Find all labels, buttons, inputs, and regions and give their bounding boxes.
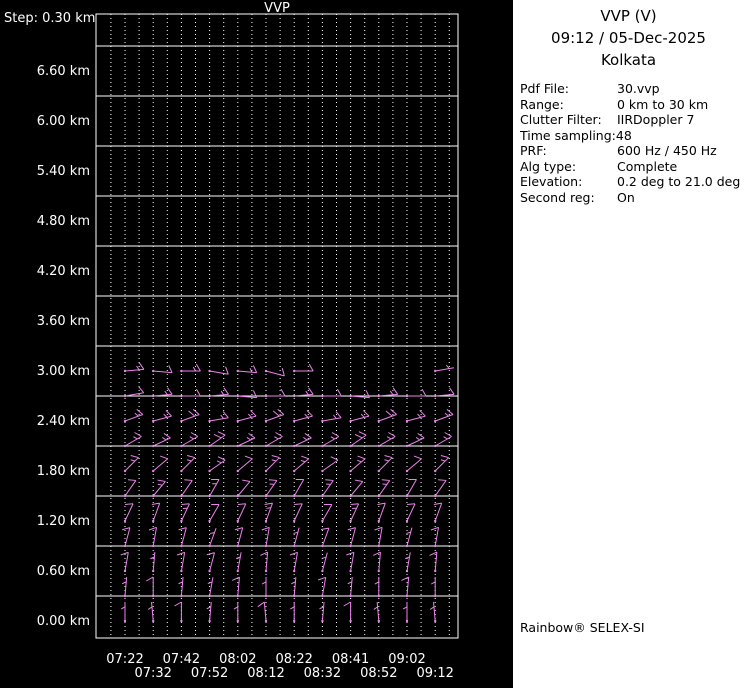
x-axis-labels: 07:2207:3207:4207:5208:0208:1208:2208:32… [106,652,454,681]
param-row: Elevation: 0.2 deg to 21.0 deg [513,174,744,190]
param-value: 0 km to 30 km [617,96,709,112]
param-label: PRF: [520,143,547,158]
param-value: 600 Hz / 450 Hz [617,143,717,158]
y-tick-label: 1.20 km [37,514,90,529]
product-datetime: 09:12 / 05-Dec-2025 [551,29,706,47]
parameter-list: Pdf File: 30.vvp Range: 0 km to 30 km Cl… [513,81,744,205]
param-row: Second reg: On [513,190,744,206]
y-tick-label: 0.60 km [37,564,90,579]
param-row: Time sampling:48 [513,128,744,144]
y-tick-label: 4.20 km [37,264,90,279]
param-label: Range: [520,96,564,112]
y-tick-label: 5.40 km [37,164,90,179]
param-label: Clutter Filter: [520,112,602,127]
param-label: Time sampling:48 [520,127,632,143]
x-tick-label: 08:02 [219,652,256,667]
param-value: IIRDoppler 7 [617,112,695,127]
param-label: Elevation: [520,174,583,189]
x-tick-label: 08:32 [304,666,341,681]
x-tick-label: 08:52 [360,666,397,681]
param-value: Complete [617,158,678,174]
site-name: Kolkata [600,51,657,69]
wind-barbs [120,362,455,623]
info-panel: VVP (V) 09:12 / 05-Dec-2025 Kolkata Pdf … [513,0,744,688]
x-tick-label: 08:41 [332,652,369,667]
y-tick-label: 0.00 km [37,614,90,629]
param-label: Pdf File: [520,81,569,96]
param-row: Alg type: Complete [513,159,744,175]
y-tick-label: 4.80 km [37,214,90,229]
y-tick-label: 1.80 km [37,464,90,479]
param-row: Clutter Filter: IIRDoppler 7 [513,112,744,128]
param-value: 0.2 deg to 21.0 deg [617,174,741,189]
param-label: Alg type: [520,158,577,174]
y-tick-label: 2.40 km [37,414,90,429]
param-value: On [617,189,635,205]
x-tick-label: 07:52 [191,666,228,681]
y-tick-label: 3.00 km [37,364,90,379]
plot-panel: VVP Step: 0.30 km 0.00 km 0.60 km 1.20 km 1… [0,0,513,688]
x-tick-label: 07:22 [106,652,143,667]
x-tick-label: 08:22 [275,652,312,667]
param-value: 30.vvp [617,81,660,96]
param-row: Range: 0 km to 30 km [513,97,744,113]
x-tick-label: 07:32 [134,666,171,681]
brand-footer: Rainbow® SELEX-SI [520,620,645,635]
y-tick-label: 6.60 km [37,64,90,79]
x-tick-label: 07:42 [163,652,200,667]
param-label: Second reg: [520,189,595,205]
y-tick-label: 6.00 km [37,114,90,129]
grid-lines [96,14,458,638]
product-title: VVP (V) [600,7,657,25]
vvp-wind-profile-chart: 0.00 km 0.60 km 1.20 km 1.80 km 2.40 km 3.00 … [37,13,459,681]
y-axis-labels: 0.00 km 0.60 km 1.20 km 1.80 km 2.40 km 3.00 … [37,64,90,629]
param-row: Pdf File: 30.vvp [513,81,744,97]
y-tick-label: 3.60 km [37,314,90,329]
x-tick-label: 08:12 [247,666,284,681]
param-row: PRF: 600 Hz / 450 Hz [513,143,744,159]
plot-frame [95,13,459,639]
x-tick-label: 09:12 [416,666,453,681]
x-tick-label: 09:02 [388,652,425,667]
